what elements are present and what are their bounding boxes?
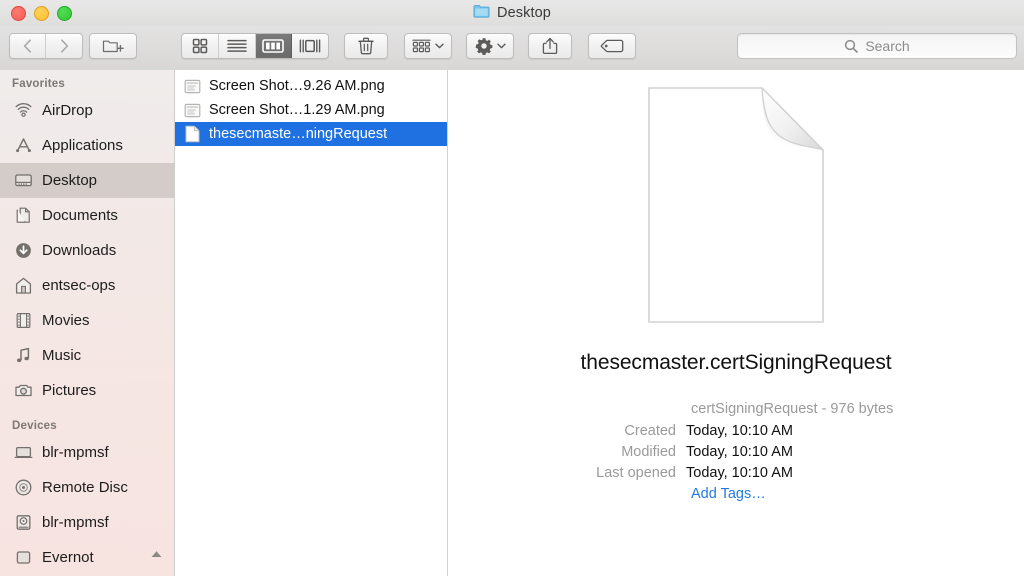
forward-button[interactable] (46, 34, 82, 58)
hard-drive-icon (14, 513, 33, 532)
generic-document-icon (184, 125, 201, 144)
metadata-key: Last opened (596, 465, 676, 481)
column-view-button[interactable] (255, 34, 293, 58)
window-title: Desktop (0, 0, 1024, 26)
sidebar-section-header-favorites: Favorites (12, 78, 65, 90)
metadata-key: Created (624, 423, 676, 439)
external-drive-icon (14, 548, 33, 567)
arrange-button[interactable] (404, 33, 452, 59)
toolbar: Search (0, 26, 1024, 71)
share-button[interactable] (528, 33, 572, 59)
gallery-view-button[interactable] (292, 34, 328, 58)
sidebar-item-label: blr-mpmsf (42, 514, 109, 531)
preview-metadata: certSigningRequest - 976 bytes Created T… (448, 401, 1024, 502)
png-file-icon (184, 101, 201, 120)
list-view-button[interactable] (219, 34, 256, 58)
share-icon (542, 37, 558, 55)
sidebar-item-label: Evernot (42, 549, 94, 566)
list-item-label: Screen Shot…9.26 AM.png (209, 78, 385, 94)
pictures-icon (14, 381, 33, 400)
sidebar-item-label: Pictures (42, 382, 97, 399)
new-folder-button[interactable] (89, 33, 137, 59)
metadata-value: Today, 10:10 AM (686, 465, 793, 481)
sidebar-item-movies[interactable]: Movies (0, 303, 174, 338)
sidebar-item-blr-mpmsf-laptop[interactable]: blr-mpmsf (0, 435, 174, 470)
metadata-value: Today, 10:10 AM (686, 423, 793, 439)
sidebar-item-label: Documents (42, 207, 118, 224)
view-mode-switcher (181, 33, 329, 59)
title-bar: Desktop (0, 0, 1024, 27)
sidebar-item-documents[interactable]: Documents (0, 198, 174, 233)
sidebar-item-airdrop[interactable]: AirDrop (0, 93, 174, 128)
window-title-text: Desktop (497, 5, 551, 21)
applications-icon (14, 136, 33, 155)
list-item-selected[interactable]: thesecmaste…ningRequest (175, 122, 447, 146)
window-content: Favorites AirDrop Applications Desktop D… (0, 70, 1024, 576)
search-placeholder: Search (865, 38, 910, 54)
sidebar-item-label: Applications (42, 137, 123, 154)
chevron-down-icon (435, 43, 444, 49)
laptop-icon (14, 443, 33, 462)
metadata-row-modified: Modified Today, 10:10 AM (448, 444, 1024, 460)
tags-button[interactable] (588, 33, 636, 59)
downloads-icon (14, 241, 33, 260)
airdrop-icon (14, 101, 33, 120)
sidebar-item-label: Desktop (42, 172, 98, 189)
sidebar-item-label: Movies (42, 312, 90, 329)
list-item[interactable]: Screen Shot…9.26 AM.png (175, 74, 447, 98)
list-item[interactable]: Screen Shot…1.29 AM.png (175, 98, 447, 122)
list-item-label: Screen Shot…1.29 AM.png (209, 102, 385, 118)
sidebar-item-label: Music (42, 347, 82, 364)
sidebar-item-label: entsec-ops (42, 277, 116, 294)
delete-button[interactable] (344, 33, 388, 59)
metadata-row-created: Created Today, 10:10 AM (448, 423, 1024, 439)
sidebar-item-downloads[interactable]: Downloads (0, 233, 174, 268)
sidebar-item-remote-disc[interactable]: Remote Disc (0, 470, 174, 505)
metadata-key: Modified (621, 444, 676, 460)
finder-window: Desktop Search Favorites AirDrop Applica… (0, 0, 1024, 576)
music-icon (14, 346, 33, 365)
optical-disc-icon (14, 478, 33, 497)
generic-document-icon (648, 87, 824, 323)
sidebar-item-label: AirDrop (42, 102, 93, 119)
documents-icon (14, 206, 33, 225)
sidebar-item-label: Downloads (42, 242, 117, 259)
desktop-icon (14, 171, 33, 190)
action-button[interactable] (466, 33, 514, 59)
sidebar-section-header-devices: Devices (12, 420, 57, 432)
sidebar-item-entsec-ops[interactable]: entsec-ops (0, 268, 174, 303)
sidebar-item-blr-mpmsf-drive[interactable]: blr-mpmsf (0, 505, 174, 540)
gear-icon (475, 37, 492, 55)
preview-filename: thesecmaster.certSigningRequest (580, 351, 892, 374)
search-input[interactable]: Search (737, 33, 1017, 59)
sidebar-item-pictures[interactable]: Pictures (0, 373, 174, 408)
icon-view-button[interactable] (182, 34, 219, 58)
preview-kind-size: certSigningRequest - 976 bytes (691, 401, 894, 417)
folder-icon (473, 4, 490, 23)
file-list-column: Screen Shot…9.26 AM.png Screen Shot…1.29… (175, 70, 448, 576)
sidebar-item-applications[interactable]: Applications (0, 128, 174, 163)
metadata-value: Today, 10:10 AM (686, 444, 793, 460)
tag-icon (600, 39, 624, 53)
sidebar-item-label: blr-mpmsf (42, 444, 109, 461)
chevron-down-icon (496, 43, 506, 49)
movies-icon (14, 311, 33, 330)
sidebar: Favorites AirDrop Applications Desktop D… (0, 70, 175, 576)
add-tags-link[interactable]: Add Tags… (691, 486, 1024, 502)
metadata-row-last-opened: Last opened Today, 10:10 AM (448, 465, 1024, 481)
sidebar-item-desktop[interactable]: Desktop (0, 163, 174, 198)
search-icon (845, 39, 859, 53)
sidebar-item-music[interactable]: Music (0, 338, 174, 373)
navigation-buttons (9, 33, 83, 59)
sidebar-item-evernote[interactable]: Evernot (0, 540, 174, 575)
home-icon (14, 276, 33, 295)
preview-icon-container (448, 70, 1024, 325)
sidebar-item-label: Remote Disc (42, 479, 128, 496)
preview-pane: thesecmaster.certSigningRequest certSign… (448, 70, 1024, 576)
eject-icon[interactable] (150, 549, 163, 566)
list-item-label: thesecmaste…ningRequest (209, 126, 388, 142)
back-button[interactable] (10, 34, 47, 58)
png-file-icon (184, 77, 201, 96)
